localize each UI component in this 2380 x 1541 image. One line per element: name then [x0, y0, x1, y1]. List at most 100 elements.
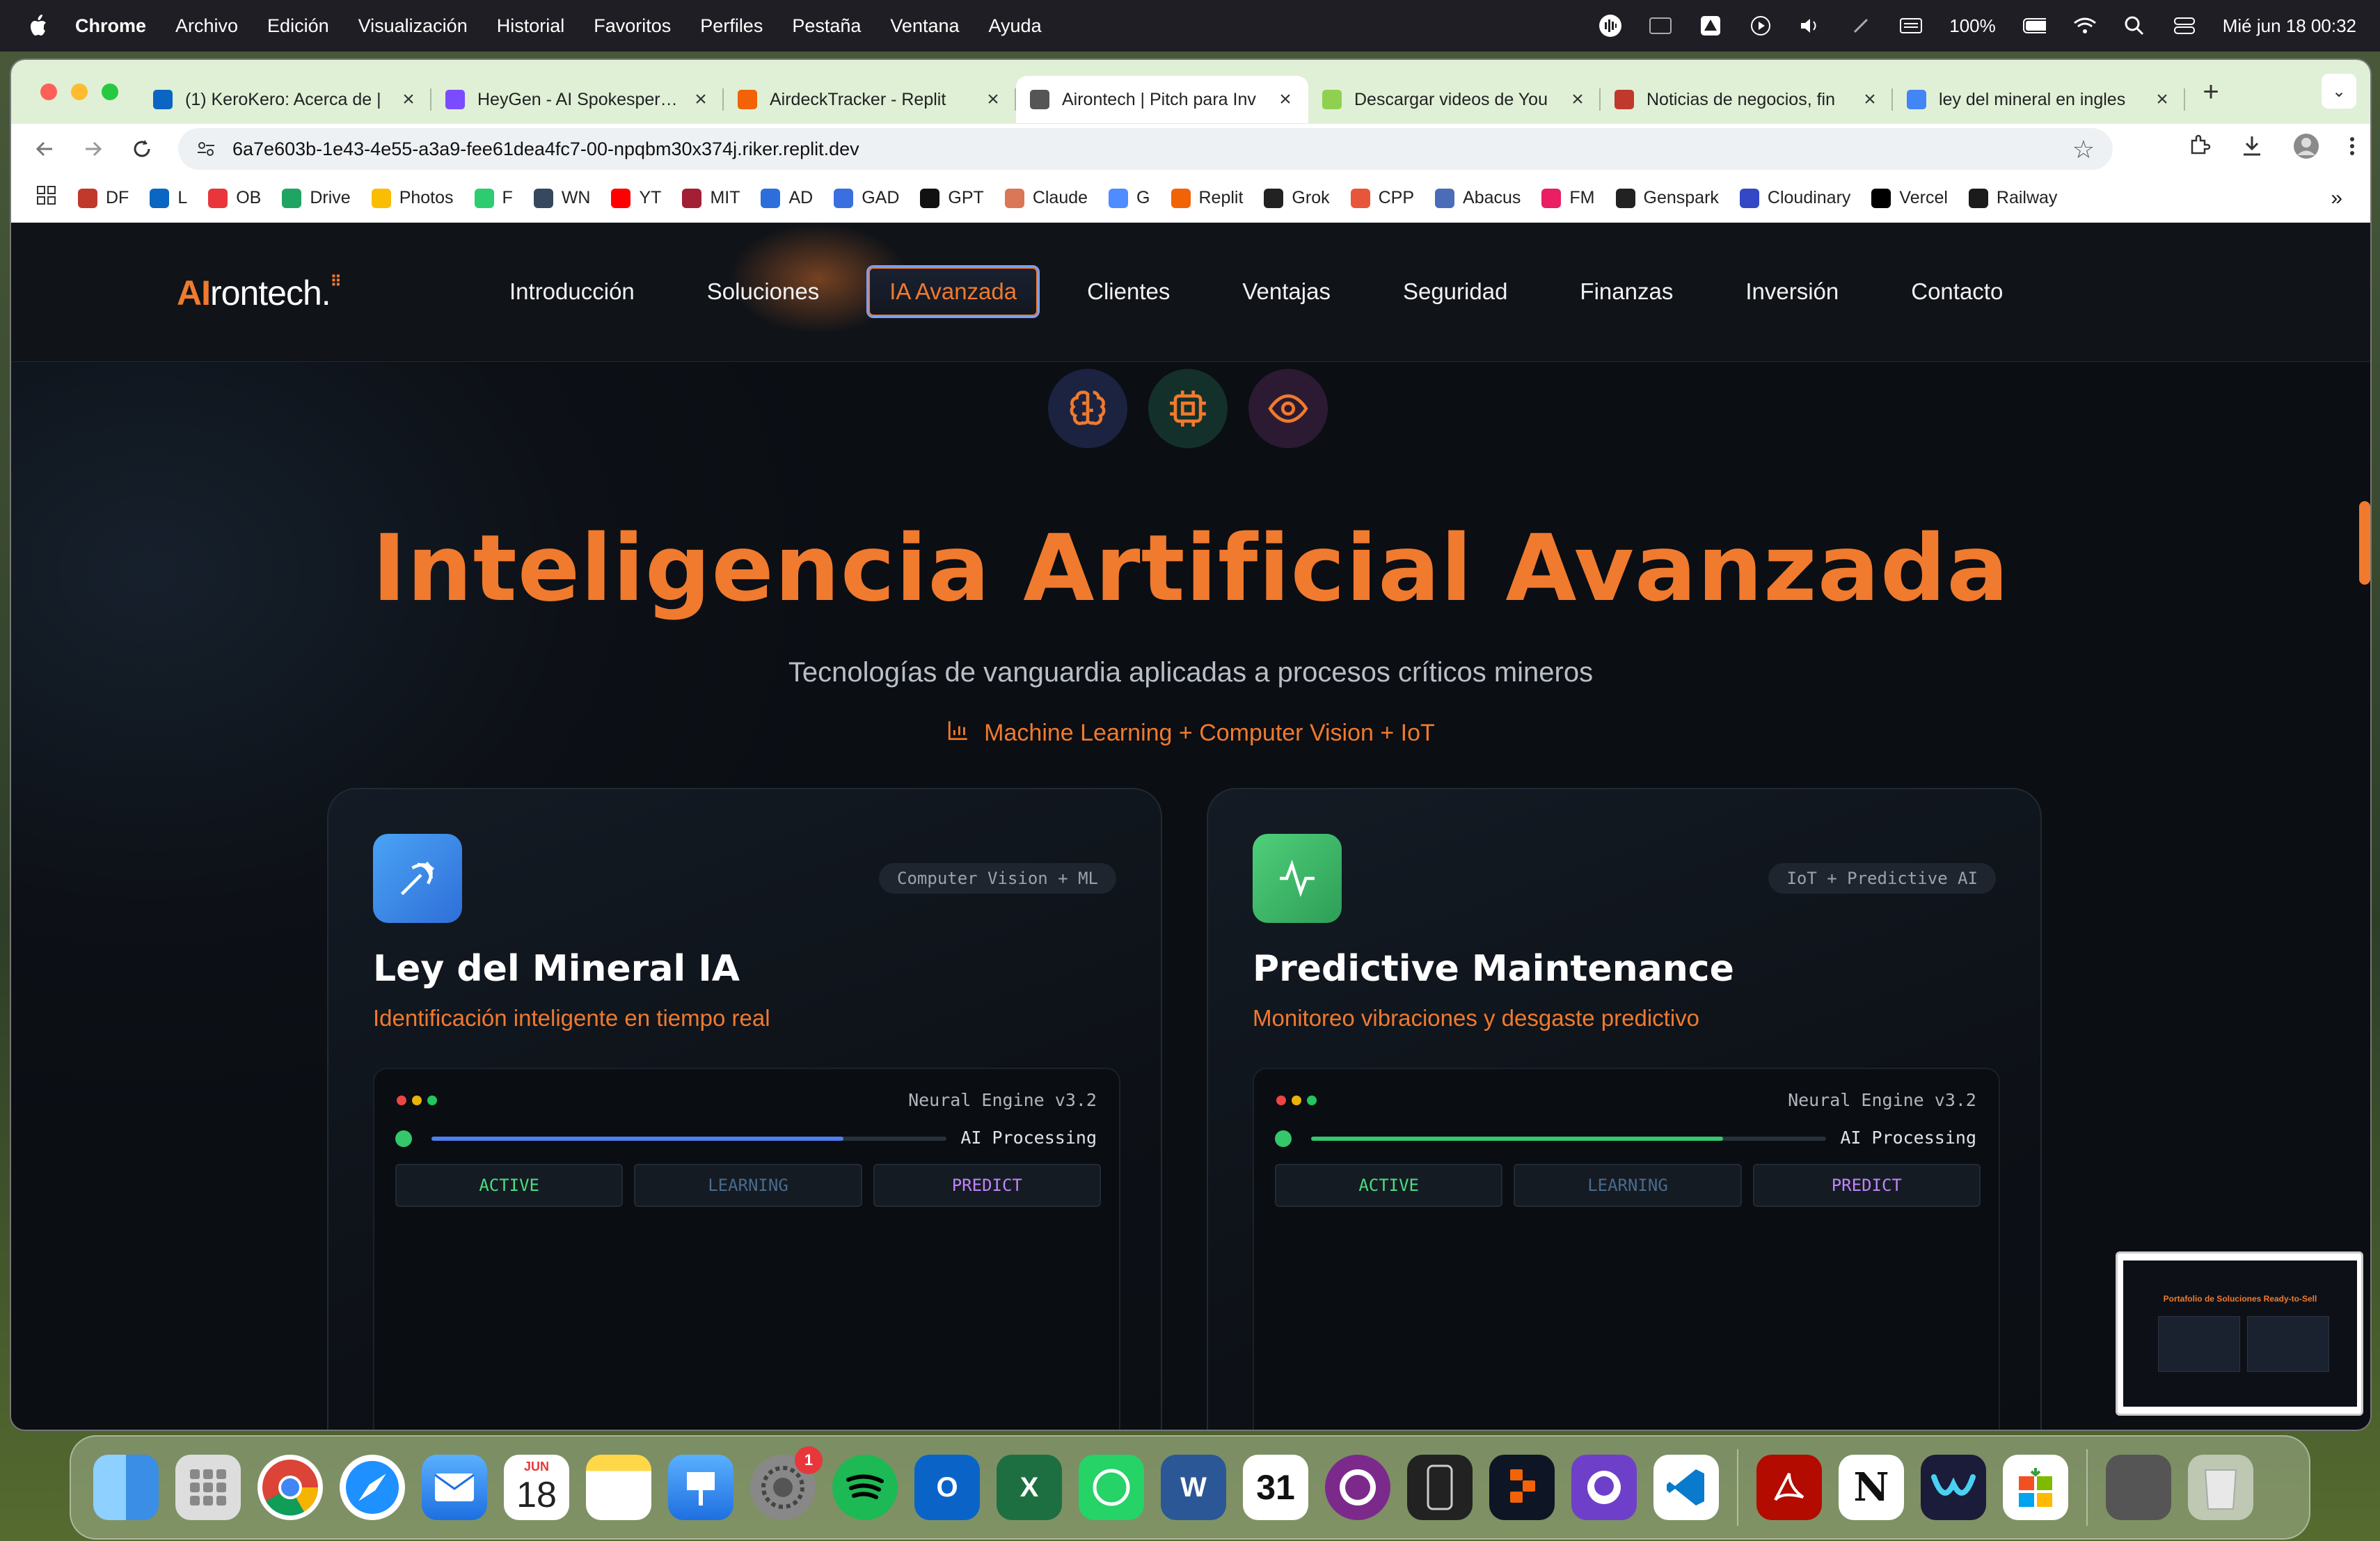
github-icon[interactable]	[1571, 1455, 1637, 1520]
bookmark-item[interactable]: FM	[1541, 188, 1595, 208]
notes-icon[interactable]	[586, 1455, 651, 1520]
bookmark-item[interactable]: Genspark	[1615, 188, 1719, 208]
calendar31-icon[interactable]: 31	[1243, 1455, 1308, 1520]
screenshot-thumbnail[interactable]: Portafolio de Soluciones Ready-to-Sell	[2116, 1251, 2363, 1416]
site-logo[interactable]: AIrontech.⠿	[177, 273, 342, 313]
browser-tab[interactable]: Descargar videos de You ×	[1308, 76, 1601, 123]
spotify-icon[interactable]	[832, 1455, 898, 1520]
nav-link[interactable]: IA Avanzada	[866, 265, 1040, 318]
site-info-icon[interactable]	[192, 135, 220, 163]
back-button[interactable]	[29, 134, 60, 164]
nav-link[interactable]: Seguridad	[1378, 264, 1532, 319]
state-active[interactable]: ACTIVE	[395, 1164, 624, 1207]
browser-tab[interactable]: (1) KeroKero: Acerca de | ×	[139, 76, 431, 123]
bookmark-item[interactable]: Vercel	[1871, 188, 1948, 208]
bookmark-item[interactable]: Replit	[1171, 188, 1243, 208]
office-icon[interactable]	[2003, 1455, 2068, 1520]
safari-icon[interactable]	[340, 1455, 405, 1520]
forward-button[interactable]	[78, 134, 109, 164]
bookmark-item[interactable]: Railway	[1968, 188, 2057, 208]
launchpad-icon[interactable]	[175, 1455, 241, 1520]
nav-link[interactable]: Clientes	[1062, 264, 1195, 319]
bookmark-star-icon[interactable]: ☆	[2072, 135, 2095, 164]
browser-tab[interactable]: ley del mineral en ingles ×	[1893, 76, 2185, 123]
tab-close-icon[interactable]: ×	[2153, 88, 2171, 111]
state-learning[interactable]: LEARNING	[1514, 1164, 1742, 1207]
reload-button[interactable]	[127, 134, 157, 164]
state-active[interactable]: ACTIVE	[1275, 1164, 1503, 1207]
bookmark-item[interactable]: L	[150, 188, 187, 208]
chrome-icon[interactable]	[257, 1455, 323, 1520]
bookmark-item[interactable]: Cloudinary	[1739, 188, 1850, 208]
nav-link[interactable]: Finanzas	[1555, 264, 1698, 319]
keyboard-icon[interactable]	[1899, 14, 1923, 38]
profile-avatar[interactable]	[2292, 132, 2320, 164]
whatsapp-icon[interactable]	[1079, 1455, 1144, 1520]
battery-icon[interactable]	[2022, 14, 2046, 38]
browser-tab[interactable]: HeyGen - AI Spokesperson ×	[431, 76, 724, 123]
apps-grid-icon[interactable]	[36, 185, 57, 211]
wifi-icon[interactable]	[2072, 14, 2096, 38]
menu-historial[interactable]: Historial	[497, 15, 565, 37]
bookmark-item[interactable]: F	[474, 188, 513, 208]
bookmark-item[interactable]: G	[1109, 188, 1150, 208]
translate-icon[interactable]	[1649, 14, 1672, 38]
tab-search-button[interactable]: ⌄	[2322, 74, 2356, 109]
browser-tab[interactable]: AirdeckTracker - Replit ×	[724, 76, 1016, 123]
tab-close-icon[interactable]: ×	[1569, 88, 1587, 111]
menu-archivo[interactable]: Archivo	[175, 15, 238, 37]
card-ley-del-mineral[interactable]: Computer Vision + ML Ley del Mineral IA …	[327, 788, 1162, 1430]
spotlight-search-icon[interactable]	[2123, 14, 2146, 38]
bookmark-item[interactable]: Abacus	[1435, 188, 1521, 208]
word-icon[interactable]: W	[1161, 1455, 1226, 1520]
downloads-folder-icon[interactable]	[2106, 1455, 2171, 1520]
state-learning[interactable]: LEARNING	[634, 1164, 862, 1207]
tab-close-icon[interactable]: ×	[399, 88, 418, 111]
bookmark-item[interactable]: YT	[611, 188, 661, 208]
nav-link[interactable]: Soluciones	[682, 264, 844, 319]
nav-link[interactable]: Inversión	[1720, 264, 1864, 319]
state-predict[interactable]: PREDICT	[1752, 1164, 1981, 1207]
control-center-icon[interactable]	[2173, 14, 2196, 38]
vscode-icon[interactable]	[1653, 1455, 1719, 1520]
calendar-icon[interactable]: JUN 18	[504, 1455, 569, 1520]
zoom-window-button[interactable]	[102, 84, 118, 100]
menu-edicion[interactable]: Edición	[267, 15, 329, 37]
menu-ayuda[interactable]: Ayuda	[989, 15, 1042, 37]
close-window-button[interactable]	[40, 84, 57, 100]
bookmark-item[interactable]: Claude	[1004, 188, 1088, 208]
menu-visualizacion[interactable]: Visualización	[358, 15, 468, 37]
bookmark-item[interactable]: Drive	[282, 188, 351, 208]
url-text[interactable]: 6a7e603b-1e43-4e55-a3a9-fee61dea4fc7-00-…	[232, 139, 859, 160]
replit-icon[interactable]	[1489, 1455, 1555, 1520]
minimize-window-button[interactable]	[71, 84, 88, 100]
page-scrollbar[interactable]	[2359, 501, 2370, 585]
new-tab-button[interactable]: +	[2193, 77, 2228, 108]
address-bar[interactable]: 6a7e603b-1e43-4e55-a3a9-fee61dea4fc7-00-…	[178, 128, 2113, 170]
bookmark-item[interactable]: DF	[78, 188, 129, 208]
state-predict[interactable]: PREDICT	[873, 1164, 1101, 1207]
pen-icon[interactable]	[1849, 14, 1873, 38]
menu-favoritos[interactable]: Favoritos	[594, 15, 671, 37]
tab-close-icon[interactable]: ×	[692, 88, 710, 111]
tab-close-icon[interactable]: ×	[984, 88, 1002, 111]
bookmark-item[interactable]: AD	[761, 188, 813, 208]
excel-icon[interactable]: X	[997, 1455, 1062, 1520]
play-icon[interactable]	[1749, 14, 1772, 38]
iphone-mirroring-icon[interactable]	[1407, 1455, 1473, 1520]
menu-ventana[interactable]: Ventana	[890, 15, 959, 37]
keynote-icon[interactable]	[668, 1455, 733, 1520]
nav-link[interactable]: Introducción	[484, 264, 660, 319]
mail-icon[interactable]	[422, 1455, 487, 1520]
notion-icon[interactable]: N	[1839, 1455, 1904, 1520]
settings-icon[interactable]: 1	[750, 1446, 823, 1520]
webex-icon[interactable]	[1921, 1455, 1986, 1520]
finder-icon[interactable]	[93, 1455, 159, 1520]
nav-link[interactable]: Contacto	[1886, 264, 2028, 319]
tab-close-icon[interactable]: ×	[1861, 88, 1879, 111]
bookmark-item[interactable]: Grok	[1264, 188, 1330, 208]
apple-icon[interactable]	[24, 12, 51, 40]
bookmark-item[interactable]: GPT	[920, 188, 984, 208]
browser-tab[interactable]: Noticias de negocios, fin ×	[1601, 76, 1893, 123]
menubar-datetime[interactable]: Mié jun 18 00:32	[2223, 15, 2356, 37]
